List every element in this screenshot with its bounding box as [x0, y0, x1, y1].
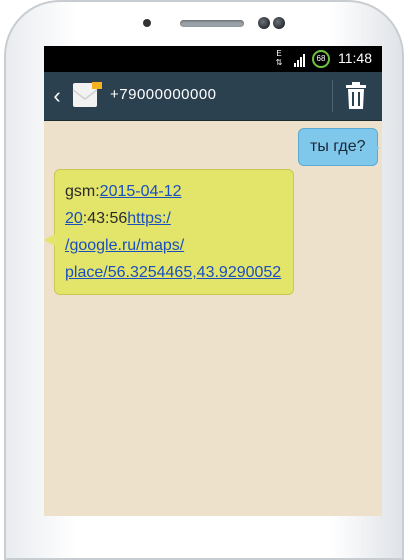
- incoming-message-bubble[interactable]: gsm:2015-04-12 20:43:56https:/ /google.r…: [54, 169, 294, 295]
- conversation-header: ‹ +79000000000: [44, 72, 382, 121]
- url-link-part3[interactable]: place/56.3254465,43.9290052: [65, 264, 281, 281]
- front-camera: [258, 17, 270, 29]
- chevron-left-icon: ‹: [53, 83, 61, 108]
- phone-screen: E ⇅ 68 11:48 ‹ +79000000000 ты где? gsm:…: [44, 46, 382, 516]
- status-bar: E ⇅ 68 11:48: [44, 46, 382, 72]
- signal-strength-icon: [294, 54, 305, 67]
- trash-icon[interactable]: [344, 82, 368, 110]
- message-prefix: gsm:: [65, 183, 100, 200]
- proximity-sensor: [143, 19, 151, 27]
- outgoing-bubble-tail: [368, 142, 380, 154]
- url-link-part2[interactable]: /google.ru/maps/: [65, 237, 184, 254]
- clock: 11:48: [338, 50, 372, 66]
- light-sensor: [273, 17, 285, 29]
- contact-number[interactable]: +79000000000: [110, 86, 217, 103]
- incoming-bubble-tail: [44, 234, 55, 246]
- earpiece-speaker: [180, 20, 244, 27]
- url-link-part1[interactable]: https:/: [127, 210, 171, 227]
- data-arrows-icon: ⇅: [275, 58, 283, 67]
- header-divider: [332, 80, 333, 112]
- outgoing-message-bubble[interactable]: ты где?: [298, 128, 378, 166]
- network-type-label: E: [276, 49, 282, 58]
- outgoing-message-text: ты где?: [310, 138, 366, 155]
- back-button[interactable]: ‹: [48, 84, 66, 108]
- network-type-indicator: E ⇅: [274, 49, 284, 69]
- envelope-icon[interactable]: [70, 80, 104, 112]
- battery-icon: 68: [312, 50, 330, 68]
- battery-level: 68: [316, 54, 326, 63]
- phone-frame: E ⇅ 68 11:48 ‹ +79000000000 ты где? gsm:…: [4, 0, 404, 560]
- message-time-rest: :43:56: [82, 210, 128, 227]
